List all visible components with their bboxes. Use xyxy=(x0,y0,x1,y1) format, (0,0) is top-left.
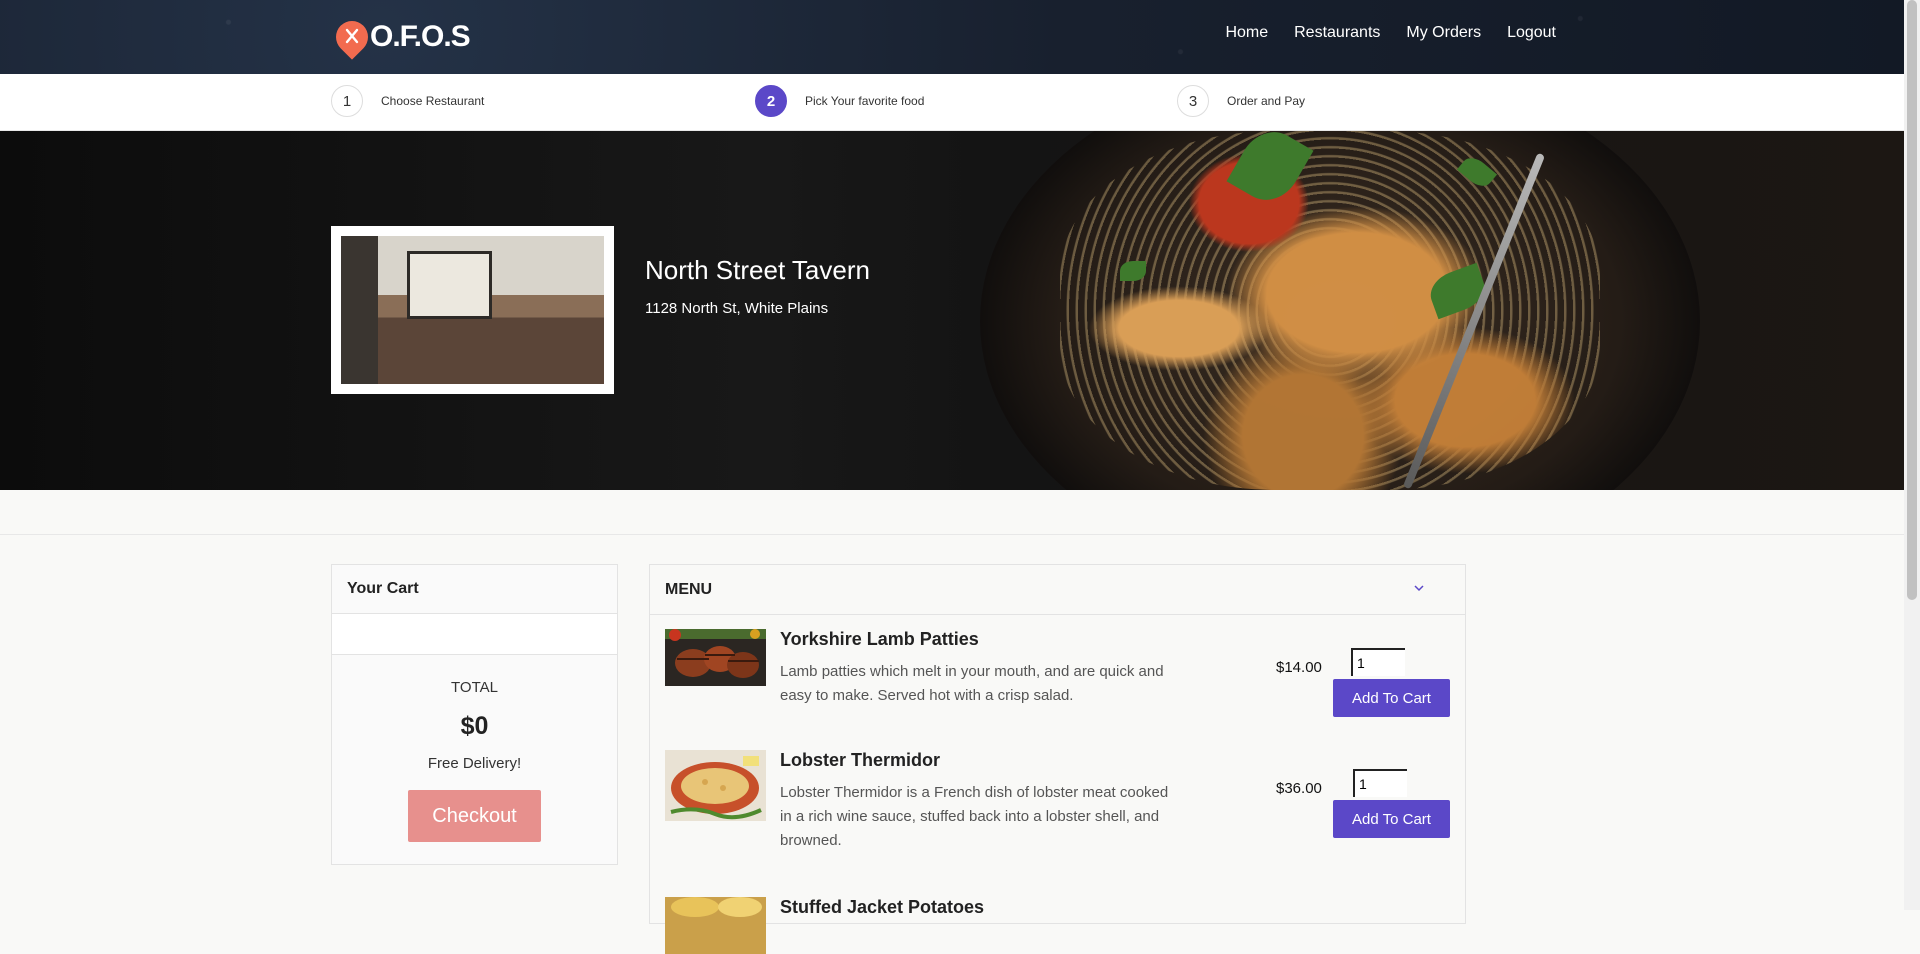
item-title: Lobster Thermidor xyxy=(780,750,941,770)
spaghetti-image xyxy=(1060,131,1600,490)
add-to-cart-button[interactable]: Add To Cart xyxy=(1333,800,1450,838)
brand-logo[interactable]: O.F.O.S xyxy=(329,14,471,60)
item-description: Lobster Thermidor is a French dish of lo… xyxy=(780,784,1169,849)
cart-items-list xyxy=(332,614,617,655)
lamb-patties-image xyxy=(665,629,766,686)
checkout-button[interactable]: Checkout xyxy=(408,790,541,842)
cart-total-amount: $0 xyxy=(460,712,489,740)
restaurant-hero-banner xyxy=(0,131,1904,490)
lobster-thermidor-image xyxy=(665,750,766,821)
cart-total-label: TOTAL xyxy=(451,679,498,696)
item-title: Stuffed Jacket Potatoes xyxy=(780,897,985,917)
step-label: Pick Your favorite food xyxy=(805,94,925,108)
step-number: 1 xyxy=(331,85,363,117)
nav-logout-link[interactable]: Logout xyxy=(1507,24,1556,42)
quantity-input[interactable] xyxy=(1351,648,1405,676)
top-navbar: O.F.O.S Home Restaurants My Orders Logou… xyxy=(0,0,1904,74)
step-number: 2 xyxy=(755,85,787,117)
step-pick-food[interactable]: 2 Pick Your favorite food xyxy=(755,85,924,117)
brand-name: O.F.O.S xyxy=(370,20,471,53)
nav-restaurants-link[interactable]: Restaurants xyxy=(1294,24,1380,42)
nav-home-link[interactable]: Home xyxy=(1225,24,1268,42)
stuffed-potatoes-image xyxy=(665,897,766,954)
restaurant-photo xyxy=(331,226,614,394)
step-order-pay[interactable]: 3 Order and Pay xyxy=(1177,85,1305,117)
chevron-down-icon[interactable] xyxy=(1413,582,1425,594)
menu-header[interactable]: MENU xyxy=(650,565,1465,615)
step-label: Choose Restaurant xyxy=(381,94,485,108)
add-to-cart-button[interactable]: Add To Cart xyxy=(1333,679,1450,717)
restaurant-address: 1128 North St, White Plains xyxy=(645,300,829,317)
cart-panel: Your Cart TOTAL $0 Free Delivery! Checko… xyxy=(331,564,618,865)
item-price: $36.00 xyxy=(1276,780,1322,797)
step-label: Order and Pay xyxy=(1227,94,1306,108)
menu-panel: MENU Yorkshire Lamb Patties Lamb patties… xyxy=(649,564,1466,954)
quantity-input[interactable] xyxy=(1353,769,1407,797)
nav-my-orders-link[interactable]: My Orders xyxy=(1406,24,1481,42)
menu-title: MENU xyxy=(665,580,713,598)
step-number: 3 xyxy=(1177,85,1209,117)
item-description: Lamb patties which melt in your mouth, a… xyxy=(780,663,1164,704)
fork-knife-icon xyxy=(329,14,375,60)
page-scrollbar[interactable] xyxy=(1904,0,1920,910)
item-title: Yorkshire Lamb Patties xyxy=(780,629,979,649)
cart-title: Your Cart xyxy=(332,565,617,614)
restaurant-name: North Street Tavern xyxy=(645,255,870,285)
item-price: $14.00 xyxy=(1276,659,1322,676)
restaurant-interior-image xyxy=(341,236,604,384)
step-choose-restaurant[interactable]: 1 Choose Restaurant xyxy=(331,85,484,117)
order-steps: 1 Choose Restaurant 2 Pick Your favorite… xyxy=(0,74,1904,131)
scrollbar-thumb[interactable] xyxy=(1907,0,1917,600)
basil-leaf xyxy=(1120,261,1146,281)
section-divider xyxy=(0,534,1904,535)
main-nav: Home Restaurants My Orders Logout xyxy=(1225,24,1556,42)
delivery-note: Free Delivery! xyxy=(427,755,522,772)
